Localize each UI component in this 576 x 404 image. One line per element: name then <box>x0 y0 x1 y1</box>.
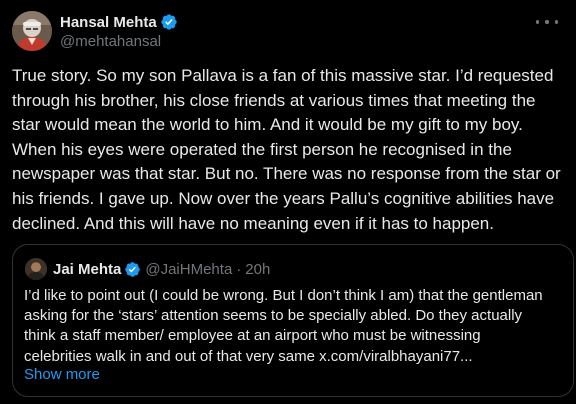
quoted-tweet-card[interactable]: Jai Mehta @JaiHMehta · 20h I’d like to p… <box>12 244 574 397</box>
verified-badge-icon <box>161 14 177 30</box>
quoted-tweet-text: I’d like to point out (I could be wrong.… <box>24 287 543 365</box>
show-more-link[interactable]: Show more <box>24 366 100 383</box>
more-options-icon[interactable] <box>536 15 558 29</box>
author-name-row: Hansal Mehta <box>60 12 178 32</box>
verified-badge-icon <box>125 261 141 277</box>
quoted-tweet-time[interactable]: 20h <box>245 261 270 278</box>
quoted-author-avatar[interactable] <box>25 258 47 280</box>
tweet-text: True story. So my son Pallava is a fan o… <box>12 66 561 233</box>
author-avatar[interactable] <box>12 11 52 51</box>
author-display-name[interactable]: Hansal Mehta <box>60 14 157 31</box>
tweet-header: Hansal Mehta @mehtahansal <box>12 11 564 53</box>
author-handle[interactable]: @mehtahansal <box>60 33 161 50</box>
author-avatar-image <box>12 11 52 51</box>
quoted-author-display-name[interactable]: Jai Mehta <box>53 261 121 278</box>
separator-dot: · <box>236 260 242 278</box>
more-dot <box>554 20 558 24</box>
more-dot <box>545 20 549 24</box>
more-dot <box>536 20 540 24</box>
quoted-author-avatar-image <box>25 258 47 280</box>
quoted-author-handle[interactable]: @JaiHMehta <box>145 261 232 278</box>
quoted-author-row: Jai Mehta @JaiHMehta · 20h <box>53 259 270 279</box>
